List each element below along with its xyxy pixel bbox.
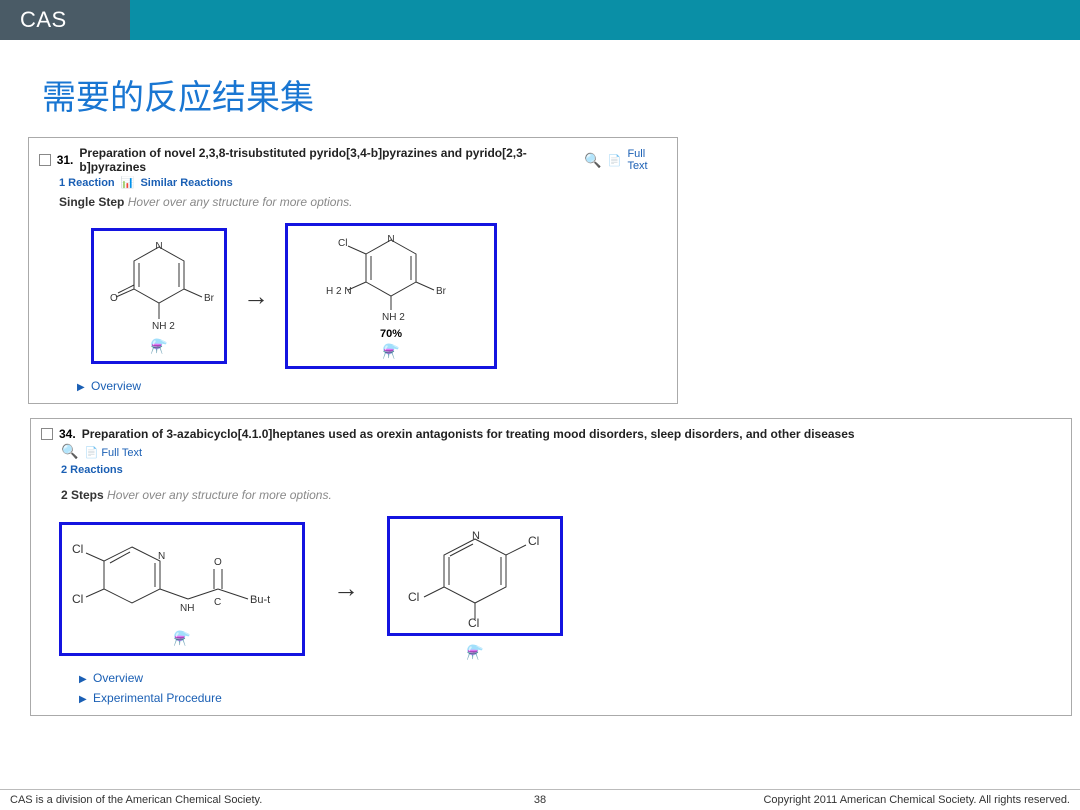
svg-text:O: O — [214, 557, 222, 568]
overview-link[interactable]: Overview — [93, 671, 143, 685]
magnify-icon[interactable]: 🔍 — [584, 152, 601, 169]
result-sublinks: 🔍 📄 Full Text — [41, 441, 1061, 462]
flask-icon[interactable]: ⚗️ — [173, 630, 190, 647]
overview-link[interactable]: Overview — [91, 379, 141, 393]
fulltext-icon[interactable]: 📄 — [608, 154, 622, 167]
reaction-arrow-icon: → — [333, 573, 359, 604]
overview-link-row: ▶ Overview — [41, 661, 1061, 689]
svg-text:H 2 N: H 2 N — [326, 286, 352, 297]
reaction-row: Cl Cl N NH C O Bu-t ⚗️ → — [41, 516, 1061, 661]
slide-title: 需要的反应结果集 — [0, 40, 1080, 137]
triangle-icon: ▶ — [79, 694, 87, 705]
triangle-icon: ▶ — [77, 382, 85, 393]
checkbox[interactable] — [41, 428, 53, 440]
result-number: 34. — [59, 427, 76, 441]
fulltext-link[interactable]: Full Text — [627, 148, 667, 172]
structure-column-product: N Cl Cl Cl ⚗️ — [387, 516, 563, 661]
molecule-svg: N Cl Cl Cl — [400, 527, 550, 627]
cas-logo: CAS — [0, 0, 130, 40]
svg-text:Br: Br — [204, 293, 214, 304]
step-label: Single Step Hover over any structure for… — [39, 191, 667, 223]
step-hint: Hover over any structure for more option… — [128, 195, 353, 209]
result-header-row: 34. Preparation of 3-azabicyclo[4.1.0]he… — [41, 427, 1061, 441]
flask-icon[interactable]: ⚗️ — [466, 644, 483, 661]
reactions-link[interactable]: 1 Reaction — [59, 177, 115, 189]
experimental-procedure-link[interactable]: Experimental Procedure — [93, 691, 222, 705]
molecule-svg: N O Br NH 2 — [104, 239, 214, 335]
svg-text:C: C — [214, 597, 221, 608]
fulltext-link[interactable]: Full Text — [101, 447, 142, 459]
molecule-svg: N Cl H 2 N Br NH 2 — [326, 234, 456, 324]
checkbox[interactable] — [39, 154, 51, 166]
svg-text:Cl: Cl — [468, 616, 479, 627]
step-count: Single Step — [59, 195, 124, 209]
step-hint: Hover over any structure for more option… — [107, 488, 332, 502]
result-number: 31. — [57, 153, 74, 167]
svg-text:Bu-t: Bu-t — [250, 594, 270, 606]
svg-text:Cl: Cl — [408, 590, 419, 604]
svg-text:N: N — [158, 551, 165, 562]
reactions-link[interactable]: 2 Reactions — [61, 464, 123, 476]
svg-text:N: N — [155, 241, 162, 252]
step-count: 2 Steps — [61, 488, 104, 502]
svg-text:N: N — [472, 530, 480, 542]
reaction-links: 1 Reaction 📊 Similar Reactions — [39, 174, 667, 191]
result-title[interactable]: Preparation of novel 2,3,8-trisubstitute… — [79, 146, 578, 174]
molecule-svg: Cl Cl N NH C O Bu-t — [72, 533, 292, 627]
result-card-31: 31. Preparation of novel 2,3,8-trisubsti… — [28, 137, 678, 404]
yield-label: 70% — [380, 328, 402, 340]
structure-box-reactant[interactable]: N O Br NH 2 ⚗️ — [91, 228, 227, 364]
header-accent-bar — [130, 0, 1080, 40]
header-bar: CAS — [0, 0, 1080, 40]
overview-link-row: ▶ Overview — [39, 369, 667, 397]
reaction-row: N O Br NH 2 ⚗️ → N Cl H — [39, 223, 667, 369]
exp-proc-link-row: ▶ Experimental Procedure — [41, 689, 1061, 709]
svg-text:Cl: Cl — [338, 238, 347, 249]
svg-text:Br: Br — [436, 286, 447, 297]
footer: CAS is a division of the American Chemic… — [0, 789, 1080, 810]
similar-icon: 📊 — [121, 177, 135, 189]
svg-text:Cl: Cl — [72, 542, 83, 556]
result-card-34: 34. Preparation of 3-azabicyclo[4.1.0]he… — [30, 418, 1072, 716]
footer-left: CAS is a division of the American Chemic… — [10, 794, 262, 806]
svg-text:O: O — [110, 293, 118, 304]
footer-right: Copyright 2011 American Chemical Society… — [763, 794, 1070, 806]
fulltext-icon[interactable]: 📄 — [85, 447, 99, 459]
svg-text:NH: NH — [180, 603, 194, 614]
footer-page-number: 38 — [534, 794, 546, 806]
result-header-row: 31. Preparation of novel 2,3,8-trisubsti… — [39, 146, 667, 174]
flask-icon[interactable]: ⚗️ — [150, 338, 167, 355]
magnify-icon[interactable]: 🔍 — [61, 443, 78, 459]
reaction-arrow-icon: → — [243, 281, 269, 312]
result-title[interactable]: Preparation of 3-azabicyclo[4.1.0]heptan… — [82, 427, 855, 441]
svg-text:NH 2: NH 2 — [382, 312, 405, 323]
svg-text:NH 2: NH 2 — [152, 321, 175, 332]
flask-icon[interactable]: ⚗️ — [382, 343, 399, 360]
reaction-links: 2 Reactions — [41, 462, 1061, 478]
similar-link[interactable]: Similar Reactions — [140, 177, 232, 189]
structure-box-product[interactable]: N Cl H 2 N Br NH 2 70% ⚗️ — [285, 223, 497, 369]
svg-text:Cl: Cl — [72, 592, 83, 606]
step-label: 2 Steps Hover over any structure for mor… — [41, 478, 1061, 516]
triangle-icon: ▶ — [79, 674, 87, 685]
structure-box-product[interactable]: N Cl Cl Cl — [387, 516, 563, 636]
structure-box-reactant[interactable]: Cl Cl N NH C O Bu-t ⚗️ — [59, 522, 305, 656]
svg-text:N: N — [387, 234, 394, 245]
svg-text:Cl: Cl — [528, 534, 539, 548]
